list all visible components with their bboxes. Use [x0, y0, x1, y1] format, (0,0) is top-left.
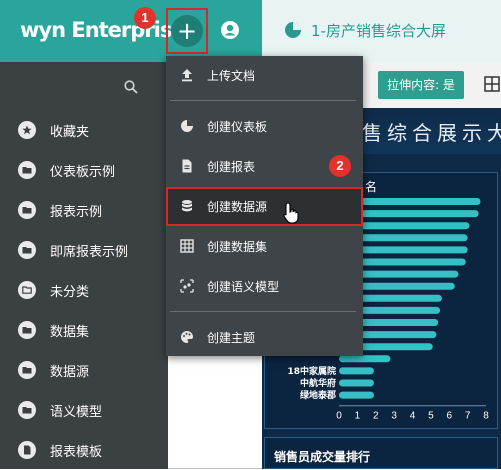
sidebar-item-datasources[interactable]: 数据源 [0, 350, 168, 390]
folder-icon [18, 361, 36, 379]
user-account-icon[interactable] [220, 20, 240, 40]
database-icon [182, 200, 192, 212]
chart-x-tick-label: 4 [410, 411, 416, 422]
table-grid-icon [180, 239, 194, 253]
mouse-pointer-icon [283, 202, 299, 224]
pie-icon [181, 120, 193, 132]
sidebar-item-dashboard-examples[interactable]: 仪表板示例 [0, 150, 168, 190]
chart-category-label: 18中家属院 [287, 365, 336, 377]
sidebar-item-adhoc-report-examples[interactable]: 即席报表示例 [0, 230, 168, 270]
sidebar-item-report-templates[interactable]: 报表模板 [0, 430, 168, 470]
document-icon [182, 159, 192, 173]
sidebar-item-label: 报表示例 [50, 205, 103, 220]
sidebar-item-label: 语义模型 [50, 405, 103, 420]
menu-divider [170, 311, 356, 312]
menu-item-create-semantic-model[interactable]: 创建语义模型 [166, 267, 363, 305]
chart-x-tick-label: 7 [465, 411, 471, 422]
palette-icon [181, 331, 193, 343]
sidebar-item-report-examples[interactable]: 报表示例 [0, 190, 168, 230]
plus-icon: + [171, 15, 203, 47]
menu-item-upload-document[interactable]: 上传文档 [166, 56, 363, 94]
folder-outline-icon [18, 281, 36, 299]
upload-icon [182, 69, 192, 82]
chart-bar [339, 367, 374, 375]
chart-x-tick-label: 5 [428, 411, 434, 422]
folder-icon [18, 241, 36, 259]
menu-item-label: 创建仪表板 [207, 120, 268, 134]
chart-x-tick-label: 8 [483, 411, 489, 422]
search-icon[interactable] [124, 80, 138, 94]
menu-item-label: 创建数据源 [207, 200, 268, 214]
chart-bar [339, 379, 374, 387]
chart-x-tick-label: 1 [355, 411, 361, 422]
sidebar-item-label: 数据集 [50, 325, 90, 340]
menu-item-label: 创建报表 [207, 160, 256, 174]
menu-item-label: 上传文档 [207, 69, 256, 83]
sidebar-item-label: 未分类 [50, 285, 90, 300]
menu-item-create-theme[interactable]: 创建主题 [166, 318, 363, 356]
sidebar-item-label: 即席报表示例 [50, 245, 129, 260]
chart-category-label: 绿地泰郡 [300, 389, 336, 401]
chart-bar [339, 355, 391, 363]
menu-item-create-datasource[interactable]: 创建数据源 [166, 187, 363, 226]
sales-ranking-title: 销售员成交量排行 [274, 450, 371, 464]
report-template-icon [18, 441, 36, 459]
step-badge-2: 2 [329, 155, 351, 177]
create-new-button[interactable]: + [166, 8, 208, 54]
sidebar-item-favorites[interactable]: 收藏夹 [0, 110, 168, 150]
menu-item-create-dataset[interactable]: 创建数据集 [166, 227, 363, 265]
folder-icon [18, 201, 36, 219]
dashboard-pie-icon [285, 22, 301, 38]
folder-icon [18, 401, 36, 419]
sidebar-item-datasets[interactable]: 数据集 [0, 310, 168, 350]
sidebar-item-label: 收藏夹 [50, 125, 90, 140]
folder-icon [18, 161, 36, 179]
chart-x-tick-label: 2 [373, 411, 379, 422]
chart-x-tick-label: 6 [446, 411, 452, 422]
menu-item-label: 创建语义模型 [207, 280, 280, 294]
sidebar-item-semantic-models[interactable]: 语义模型 [0, 390, 168, 430]
sidebar-item-uncategorized[interactable]: 未分类 [0, 270, 168, 310]
chart-x-tick-label: 3 [391, 411, 397, 422]
menu-item-label: 创建数据集 [207, 240, 268, 254]
menu-item-label: 创建主题 [207, 331, 256, 345]
step-badge-1: 1 [134, 7, 156, 29]
chart-bar [339, 391, 374, 399]
stretch-content-button[interactable]: 拉伸内容: 是 [378, 71, 464, 99]
sidebar-item-label: 报表模板 [50, 445, 103, 460]
model-icon [180, 279, 194, 293]
menu-item-create-dashboard[interactable]: 创建仪表板 [166, 107, 363, 145]
document-tab-title[interactable]: 1-房产销售综合大屏 [311, 20, 446, 41]
dashboard-title: 售综合展示大 [362, 121, 501, 145]
app-logo: wyn Enterprise [20, 18, 186, 42]
menu-divider [170, 100, 356, 101]
sidebar-item-label: 数据源 [50, 365, 90, 380]
star-icon [18, 121, 36, 139]
grid-icon[interactable] [484, 76, 500, 92]
folder-icon [18, 321, 36, 339]
sidebar-item-label: 仪表板示例 [50, 165, 116, 180]
chart-x-tick-label: 0 [336, 411, 342, 422]
chart-category-label: 中航华府 [300, 377, 336, 389]
